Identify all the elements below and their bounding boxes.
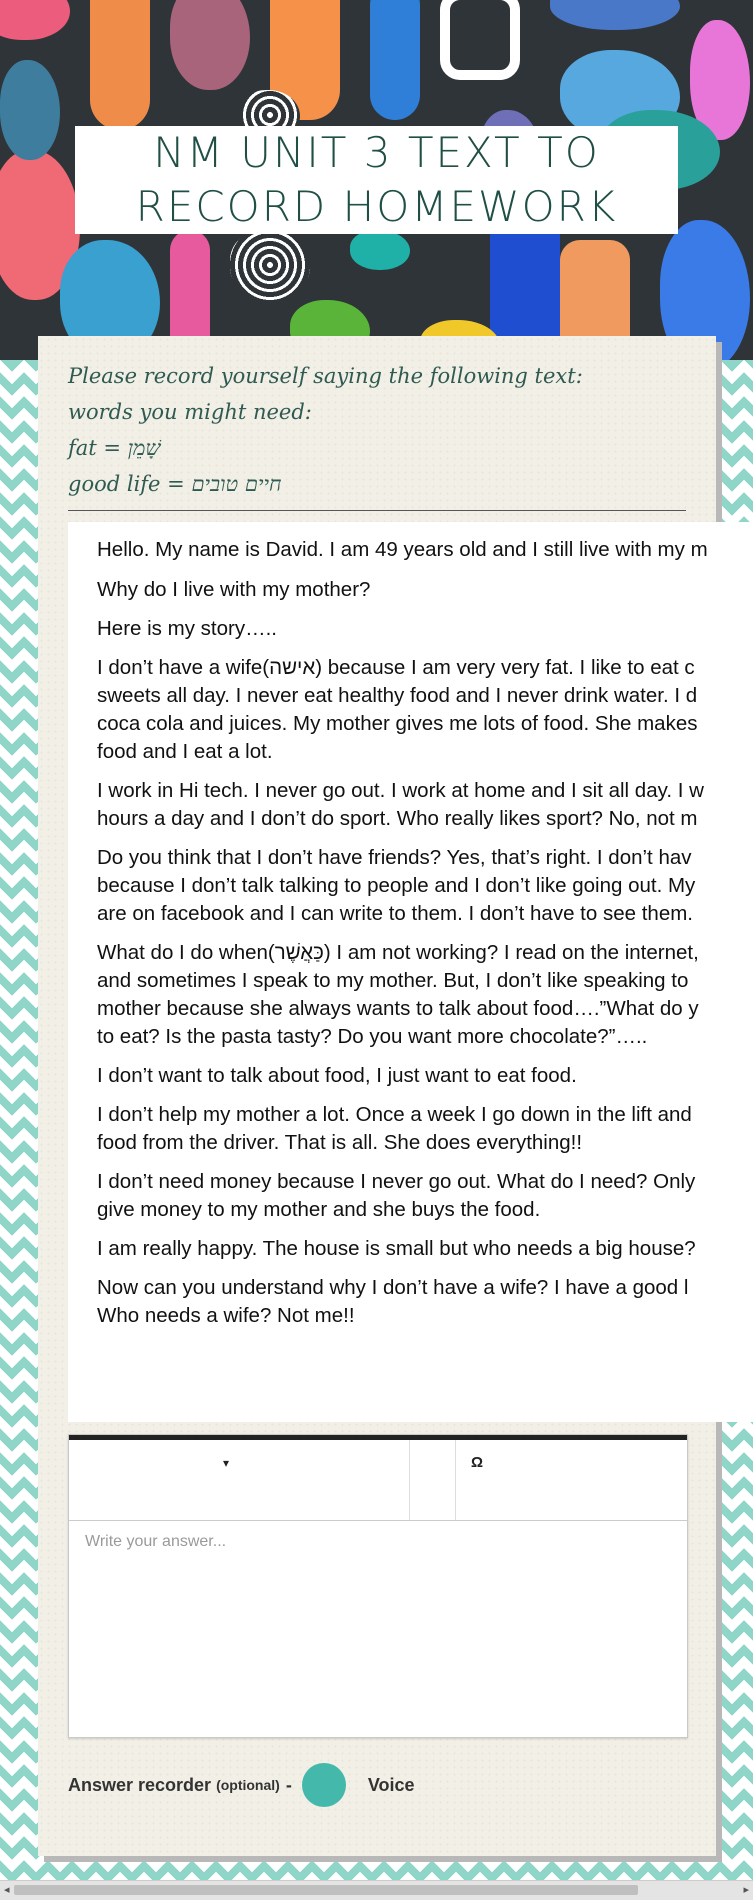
- doc-line: Why do I live with my mother?: [97, 578, 371, 601]
- title-box: NM UNIT 3 TEXT TO RECORD HOMEWORK: [75, 126, 678, 234]
- page-title: NM UNIT 3 TEXT TO RECORD HOMEWORK: [135, 128, 618, 231]
- toolbar-separator: [409, 1440, 410, 1520]
- toolbar-separator: [455, 1440, 456, 1520]
- doc-line: Who needs a wife? Not me!!: [97, 1304, 355, 1327]
- recorder-dash: -: [285, 1774, 292, 1795]
- instruction-line: Please record yourself saying the follow…: [68, 364, 583, 388]
- editor-toolbar: ▾ Ω: [69, 1435, 687, 1521]
- scroll-thumb[interactable]: [14, 1885, 638, 1895]
- doc-line: give money to my mother and she buys the…: [97, 1198, 541, 1221]
- instruction-line: good life = חיים טובים: [68, 472, 282, 496]
- format-dropdown[interactable]: ▾: [223, 1456, 229, 1470]
- doc-line: I don’t help my mother a lot. Once a wee…: [97, 1103, 692, 1126]
- recorder-label: Answer recorder: [68, 1774, 212, 1795]
- doc-line: hours a day and I don’t do sport. Who re…: [97, 807, 698, 830]
- instruction-line: fat = שָׁמֵן: [68, 436, 161, 460]
- recorder-optional: (optional): [216, 1777, 280, 1793]
- doc-line: What do I do when(כַּאֲשֶׁר) I am not wo…: [97, 941, 699, 964]
- horizontal-scrollbar[interactable]: ◂ ▸: [0, 1880, 753, 1900]
- doc-line: to eat? Is the pasta tasty? Do you want …: [97, 1025, 648, 1048]
- scroll-right-icon[interactable]: ▸: [743, 1883, 749, 1896]
- instructions: Please record yourself saying the follow…: [68, 358, 688, 502]
- doc-line: food and I eat a lot.: [97, 740, 273, 763]
- doc-line: Hello. My name is David. I am 49 years o…: [97, 538, 708, 561]
- doc-line: Do you think that I don’t have friends? …: [97, 846, 692, 869]
- scroll-left-icon[interactable]: ◂: [4, 1883, 10, 1896]
- doc-line: and sometimes I speak to my mother. But,…: [97, 969, 689, 992]
- answer-input[interactable]: [69, 1521, 687, 1735]
- doc-line: I don’t want to talk about food, I just …: [97, 1064, 577, 1087]
- doc-line: sweets all day. I never eat healthy food…: [97, 684, 698, 707]
- divider: [68, 510, 686, 511]
- doc-line: Here is my story…..: [97, 617, 277, 640]
- doc-line: I am really happy. The house is small bu…: [97, 1237, 696, 1260]
- special-character-button[interactable]: Ω: [471, 1454, 483, 1471]
- doc-line: I don’t have a wife(אישה) because I am v…: [97, 656, 695, 679]
- doc-line: mother because she always wants to talk …: [97, 997, 699, 1020]
- doc-line: are on facebook and I can write to them.…: [97, 902, 693, 925]
- voice-label: Voice: [367, 1774, 415, 1795]
- instruction-line: words you might need:: [68, 400, 312, 424]
- record-button[interactable]: [301, 1763, 346, 1807]
- answer-editor: ▾ Ω: [68, 1434, 688, 1738]
- doc-line: Now can you understand why I don’t have …: [97, 1276, 689, 1299]
- doc-line: because I don’t talk talking to people a…: [97, 874, 696, 897]
- doc-line: I don’t need money because I never go ou…: [97, 1170, 696, 1193]
- doc-line: food from the driver. That is all. She d…: [97, 1131, 583, 1154]
- doc-line: I work in Hi tech. I never go out. I wor…: [97, 779, 704, 802]
- answer-recorder: Answer recorder (optional) - Voice: [68, 1762, 415, 1808]
- doc-line: coca cola and juices. My mother gives me…: [97, 712, 698, 735]
- embedded-document: Hello. My name is David. I am 49 years o…: [68, 522, 753, 1422]
